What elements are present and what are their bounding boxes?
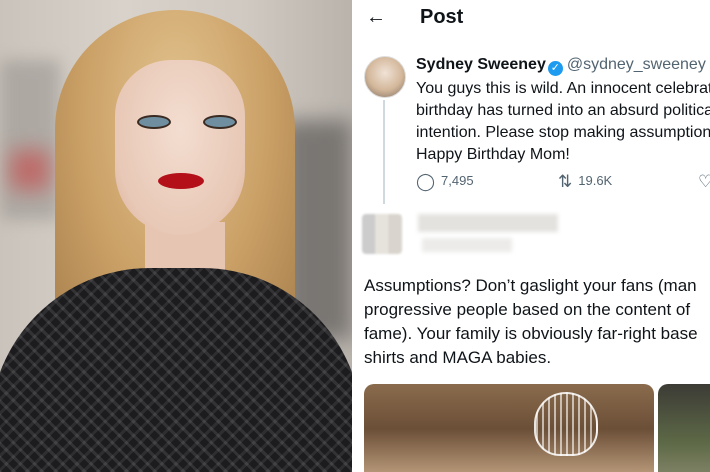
page-title: Post <box>420 6 464 28</box>
composite-image: ← Post Sydney Sweeney✓ @sydney_sweeney · … <box>0 0 710 472</box>
left-eye <box>137 115 171 129</box>
arrow-left-icon[interactable]: ← <box>366 6 386 29</box>
background-blur <box>0 60 60 220</box>
post-header: ← Post <box>354 0 710 36</box>
right-eye <box>203 115 237 129</box>
reply-line: fame). Your family is obviously far-righ… <box>364 324 698 343</box>
reply-body: Assumptions? Don’t gaslight your fans (m… <box>364 274 710 370</box>
avatar[interactable] <box>364 56 406 98</box>
tweet-line: intention. Please stop making assumption… <box>416 124 710 141</box>
blurred-avatar <box>362 214 402 254</box>
tweet-screenshot: ← Post Sydney Sweeney✓ @sydney_sweeney · … <box>352 0 710 472</box>
verified-badge-icon: ✓ <box>547 61 563 76</box>
like-button[interactable]: ♡ <box>698 172 710 192</box>
tweet-line: birthday has turned into an absurd polit… <box>416 102 710 119</box>
display-name[interactable]: Sydney Sweeney <box>416 56 546 73</box>
reply-line: progressive people based on the content … <box>364 300 691 319</box>
tweet-line: You guys this is wild. An innocent celeb… <box>416 80 710 97</box>
red-lips <box>158 173 204 189</box>
blurred-handle <box>422 238 512 252</box>
reply-media-image-2[interactable] <box>658 384 710 472</box>
reply-line: shirts and MAGA babies. <box>364 348 552 367</box>
tweet-author: Sydney Sweeney✓ @sydney_sweeney · A <box>416 56 710 76</box>
tweet-line: Happy Birthday Mom! <box>416 146 570 163</box>
repost-count: 19.6K <box>578 173 613 188</box>
chandelier <box>534 392 598 456</box>
celebrity-photo <box>0 0 352 472</box>
reply-media-image[interactable] <box>364 384 654 472</box>
thread-line <box>383 100 385 204</box>
reply-line: Assumptions? Don’t gaslight your fans (m… <box>364 276 697 295</box>
face <box>115 60 245 235</box>
tweet-body: You guys this is wild. An innocent celeb… <box>416 78 710 166</box>
reply-count: 7,495 <box>441 173 474 188</box>
heart-icon: ♡ <box>698 172 710 191</box>
reply-button[interactable]: ◯ 7,495 <box>416 172 474 192</box>
blurred-name <box>418 214 558 232</box>
repost-button[interactable]: ⇅ 19.6K <box>558 172 612 192</box>
repost-icon: ⇅ <box>558 172 573 191</box>
handle[interactable]: @sydney_sweeney · A <box>567 56 710 73</box>
comment-icon: ◯ <box>416 172 436 191</box>
background-blur <box>10 150 50 190</box>
